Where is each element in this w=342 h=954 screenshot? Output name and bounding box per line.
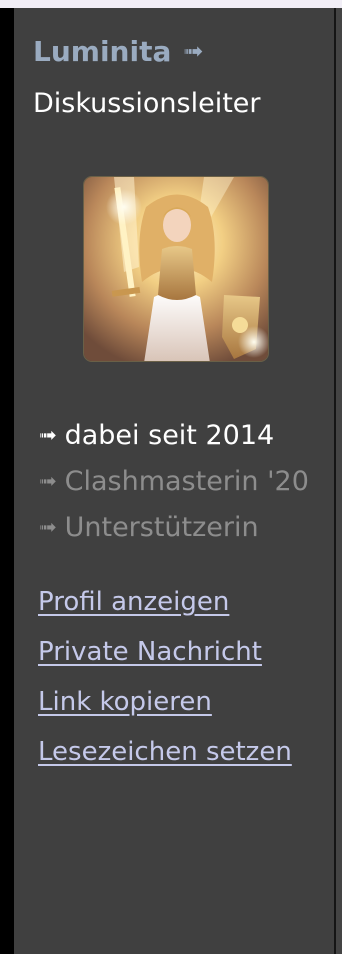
link-icon: ➟	[183, 38, 204, 65]
user-role: Diskussionsleiter	[33, 88, 261, 119]
badge-clashmaster: ➟ Clashmasterin '20	[39, 458, 309, 504]
avatar-image	[84, 177, 268, 361]
avatar[interactable]	[83, 176, 269, 362]
copy-link-link[interactable]: Link kopieren	[38, 686, 292, 736]
badge-label: Clashmasterin '20	[64, 465, 309, 497]
right-edge	[336, 8, 342, 954]
badge-label: Unterstützerin	[64, 511, 259, 543]
link-icon: ➟	[39, 514, 57, 539]
profile-actions: Profil anzeigen Private Nachricht Link k…	[38, 586, 292, 786]
badge-member-since: ➟ dabei seit 2014	[39, 412, 309, 458]
user-header: Luminita ➟	[33, 38, 203, 66]
view-profile-link[interactable]: Profil anzeigen	[38, 586, 292, 636]
link-icon: ➟	[39, 468, 57, 493]
username[interactable]: Luminita	[33, 38, 171, 66]
badge-list: ➟ dabei seit 2014 ➟ Clashmasterin '20 ➟ …	[39, 412, 309, 550]
link-icon: ➟	[39, 422, 57, 447]
set-bookmark-link[interactable]: Lesezeichen setzen	[38, 736, 292, 786]
private-message-link[interactable]: Private Nachricht	[38, 636, 292, 686]
user-info-panel: Luminita ➟ Diskussionsleiter ➟ dabei sei…	[14, 8, 334, 954]
top-strip	[0, 0, 342, 8]
badge-label: dabei seit 2014	[64, 419, 275, 451]
profile-sidebar-frame: Luminita ➟ Diskussionsleiter ➟ dabei sei…	[0, 0, 342, 954]
badge-supporter: ➟ Unterstützerin	[39, 504, 309, 550]
